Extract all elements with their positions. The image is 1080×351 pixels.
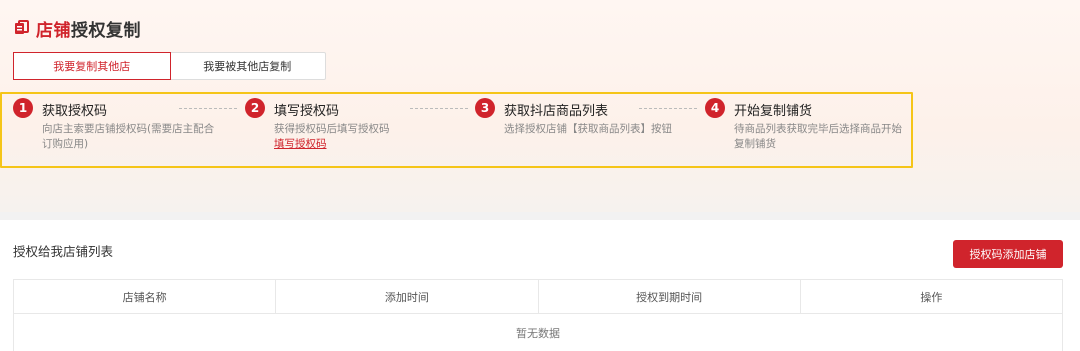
step-description: 获得授权码后填写授权码 填写授权码 bbox=[274, 122, 454, 152]
mode-tabs: 我要复制其他店 我要被其他店复制 bbox=[13, 52, 326, 80]
column-added-time: 添加时间 bbox=[276, 280, 539, 313]
step-connector bbox=[410, 108, 468, 109]
tab-copy-others[interactable]: 我要复制其他店 bbox=[13, 52, 171, 80]
step-connector bbox=[179, 108, 237, 109]
column-expiry-time: 授权到期时间 bbox=[539, 280, 801, 313]
empty-state: 暂无数据 bbox=[516, 327, 560, 340]
step-number: 1 bbox=[13, 98, 33, 118]
step-title: 填写授权码 bbox=[274, 104, 340, 119]
table-header: 店铺名称 添加时间 授权到期时间 操作 bbox=[14, 280, 1062, 314]
title-rest: 授权复制 bbox=[71, 20, 141, 41]
column-actions: 操作 bbox=[920, 290, 943, 304]
top-panel: 店铺授权复制 我要复制其他店 我要被其他店复制 1 获取授权码 向店主索要店铺授… bbox=[0, 0, 1080, 212]
steps-guide: 1 获取授权码 向店主索要店铺授权码(需要店主配合订购应用) 2 填写授权码 获… bbox=[0, 92, 913, 168]
store-copy-icon bbox=[15, 20, 29, 34]
step-description: 向店主索要店铺授权码(需要店主配合订购应用) bbox=[42, 123, 215, 150]
step-number: 3 bbox=[475, 98, 495, 118]
step-description: 选择授权店铺【获取商品列表】按钮 bbox=[504, 123, 672, 135]
step-number: 2 bbox=[245, 98, 265, 118]
step-title: 获取抖店商品列表 bbox=[504, 104, 609, 119]
step-title: 获取授权码 bbox=[42, 104, 108, 119]
step-connector bbox=[639, 108, 697, 109]
page-title: 店铺授权复制 bbox=[14, 16, 141, 41]
step-description: 待商品列表获取完毕后选择商品开始复制铺货 bbox=[734, 123, 902, 150]
authorized-store-list-panel: 授权给我店铺列表 授权码添加店铺 店铺名称 添加时间 授权到期时间 操作 暂无数… bbox=[0, 220, 1080, 351]
step-description-text: 获得授权码后填写授权码 bbox=[274, 123, 390, 135]
column-store-name: 店铺名称 bbox=[14, 280, 277, 313]
section-title: 授权给我店铺列表 bbox=[13, 244, 114, 259]
step-number: 4 bbox=[705, 98, 725, 118]
tab-be-copied[interactable]: 我要被其他店复制 bbox=[170, 53, 326, 79]
fill-auth-code-link[interactable]: 填写授权码 bbox=[274, 137, 454, 152]
page-title-text: 店铺授权复制 bbox=[36, 16, 141, 41]
add-store-by-auth-code-button[interactable]: 授权码添加店铺 bbox=[953, 240, 1063, 268]
step-title: 开始复制铺货 bbox=[734, 104, 813, 119]
title-accent: 店铺 bbox=[36, 20, 71, 41]
store-table: 店铺名称 添加时间 授权到期时间 操作 暂无数据 bbox=[13, 279, 1063, 351]
